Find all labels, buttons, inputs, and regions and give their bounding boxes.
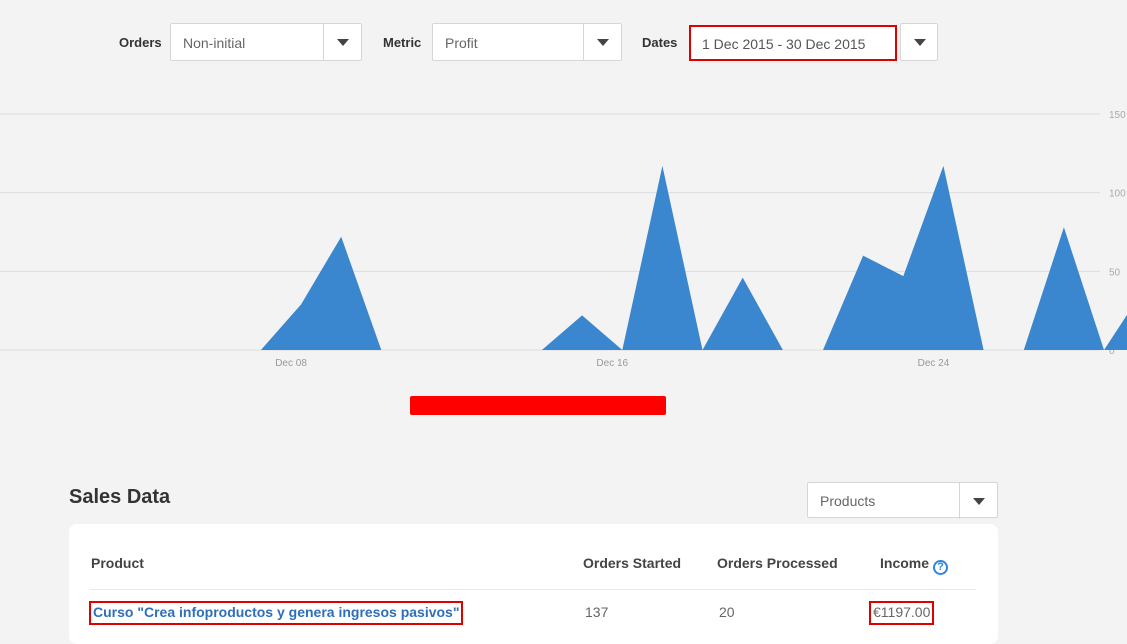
profit-area-series [20,165,1127,350]
help-icon[interactable]: ? [933,560,949,575]
y-tick-label: 150 [1109,110,1126,121]
chevron-down-icon [337,39,349,46]
chevron-down-icon [973,498,985,505]
sales-data-title: Sales Data [69,486,171,508]
orders-dropdown-button[interactable] [323,24,361,60]
orders-label: Orders [119,35,162,50]
metric-label: Metric [383,35,422,50]
profit-area-chart: 150100500Dec 08 Dec 16 Dec 24 [0,110,1127,369]
table-divider [90,589,976,590]
metric-dropdown-button[interactable] [583,24,621,60]
group-by-dropdown-button[interactable] [959,483,997,519]
orders-select-value: Non-initial [183,35,246,51]
dates-dropdown-button[interactable] [900,23,938,61]
x-tick-label: Dec 24 [918,358,950,369]
date-range-input[interactable]: 1 Dec 2015 - 30 Dec 2015 [689,25,897,61]
col-header-income: Income? [880,555,949,575]
orders-select[interactable]: Non-initial [170,23,362,61]
date-range-value: 1 Dec 2015 - 30 Dec 2015 [702,36,866,52]
x-tick-label: Dec 16 [596,358,628,369]
dates-label: Dates [642,35,678,50]
chevron-down-icon [914,39,926,46]
metric-select[interactable]: Profit [432,23,622,61]
y-tick-label: 50 [1109,267,1121,278]
col-header-orders-processed: Orders Processed [717,555,838,571]
filter-bar: Orders Non-initial Metric Profit Dates 1… [0,0,1127,61]
col-header-product: Product [91,555,144,571]
metric-select-value: Profit [445,35,478,51]
sales-table-card [69,524,998,644]
redaction-bar [410,396,666,415]
cell-income: €1197.00 [869,601,935,625]
product-link[interactable]: Curso "Crea infoproductos y genera ingre… [89,601,464,625]
y-tick-label: 100 [1109,189,1126,200]
cell-orders-processed: 20 [719,604,735,620]
income-header-label: Income [880,555,930,571]
x-tick-label: Dec 08 [275,358,307,369]
group-by-value: Products [820,493,876,509]
col-header-orders-started: Orders Started [583,555,682,571]
chevron-down-icon [597,39,609,46]
cell-orders-started: 137 [585,604,609,620]
group-by-select[interactable]: Products [807,482,998,519]
